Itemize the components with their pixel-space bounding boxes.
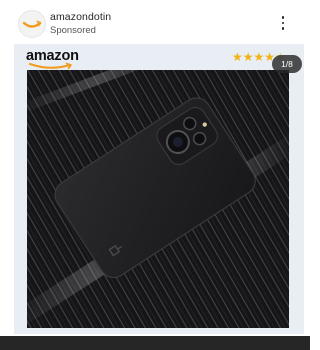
amazon-logo: amazon <box>26 48 86 70</box>
more-vertical-icon <box>281 16 285 19</box>
star-icon: ★ <box>232 50 243 64</box>
product-image[interactable] <box>27 70 289 328</box>
sponsored-label: Sponsored <box>50 25 96 36</box>
amazon-smile-icon <box>22 20 42 28</box>
phone-photo <box>27 70 289 328</box>
account-name[interactable]: amazondotin <box>50 11 111 23</box>
more-options-button[interactable] <box>276 14 290 32</box>
bottom-bar <box>0 336 310 350</box>
account-avatar[interactable] <box>18 10 46 38</box>
carousel-counter: 1/8 <box>272 55 302 73</box>
post-header: amazondotin Sponsored <box>0 0 310 44</box>
star-icon: ★ <box>242 50 254 64</box>
ad-card[interactable]: amazon ★★★★★ <box>14 44 304 334</box>
star-icon: ★ <box>253 50 265 64</box>
